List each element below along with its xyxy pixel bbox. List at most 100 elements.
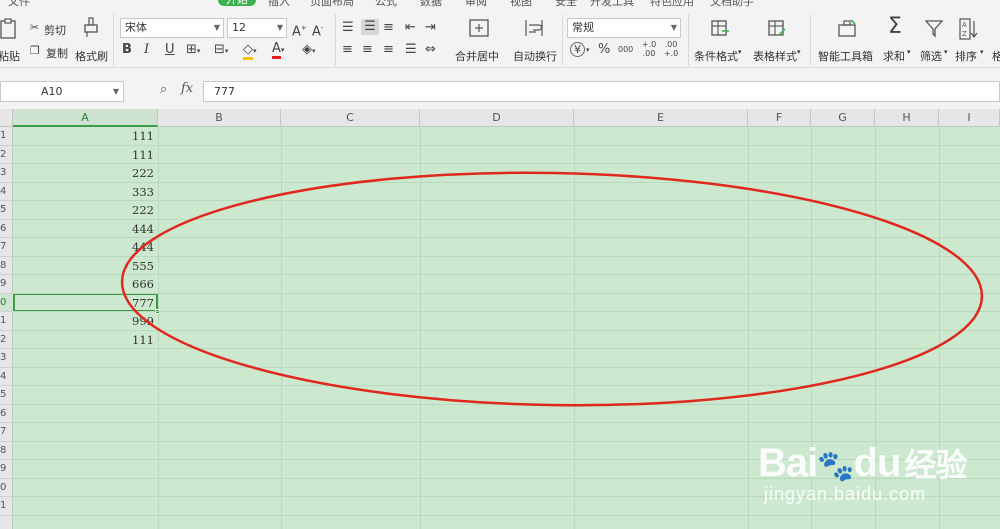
merge-center-button[interactable]: 合并居中 (452, 12, 506, 63)
fx-icon[interactable]: fx (181, 81, 193, 96)
column-header-i[interactable]: I (939, 109, 1000, 127)
align-right-icon[interactable]: ≡ (383, 42, 394, 58)
justify-icon[interactable]: ☰ (405, 42, 417, 58)
sum-button[interactable]: Σ 求和 ▾ (880, 12, 916, 64)
filter-button[interactable]: 筛选 ▾ (918, 12, 954, 63)
font-grow-icon[interactable]: A+ (292, 20, 307, 40)
cut-button[interactable]: 剪切 (44, 22, 66, 38)
tab-data[interactable]: 数据 (420, 0, 442, 8)
row-header-15[interactable]: 5 (0, 386, 13, 405)
format-painter-button[interactable]: 格式刷 (72, 12, 112, 63)
cell-a1[interactable]: 111 (13, 127, 157, 146)
row-header-5[interactable]: 5 (0, 201, 13, 220)
copy-button[interactable]: 复制 (46, 45, 68, 61)
fill-color-icon[interactable]: ◇▾ (243, 42, 257, 60)
row-header-12[interactable]: 2 (0, 331, 13, 349)
align-bottom-icon[interactable]: ≡ (383, 20, 394, 36)
tab-home[interactable]: 开始 (218, 0, 256, 6)
column-header-b[interactable]: B (158, 109, 281, 127)
format-button[interactable]: 格 (990, 12, 1000, 62)
row-header-21[interactable]: 1 (0, 497, 13, 516)
row-header-14[interactable]: 4 (0, 368, 13, 386)
row-header-7[interactable]: 7 (0, 238, 13, 257)
tab-file[interactable]: 文件 (8, 0, 30, 8)
wrap-text-button[interactable]: 自动换行 (510, 12, 560, 63)
select-all-corner[interactable] (0, 109, 13, 127)
align-top-icon[interactable]: ☰ (342, 20, 354, 36)
cell-a8[interactable]: 555 (13, 257, 157, 276)
border-icon[interactable]: ⊞▾ (186, 42, 200, 59)
conditional-format-button[interactable]: 条件格式 ▾ (692, 12, 748, 63)
name-box[interactable]: A10 ▼ (0, 81, 124, 102)
row-header-10[interactable]: 0 (0, 293, 13, 312)
paste-button[interactable]: 粘贴 (0, 12, 22, 63)
currency-button[interactable]: ¥ (570, 42, 585, 57)
tab-review[interactable]: 审阅 (465, 0, 487, 8)
formula-input[interactable]: 777 (203, 81, 1000, 102)
tab-insert[interactable]: 插入 (268, 0, 290, 8)
cell-a2[interactable]: 111 (13, 146, 157, 165)
decrease-decimal-button[interactable]: .00 +.0 (662, 40, 680, 58)
row-header-13[interactable]: 3 (0, 349, 13, 368)
font-name-select[interactable]: 宋体 ▼ (120, 18, 224, 38)
cell-a3[interactable]: 222 (13, 164, 157, 183)
tab-special-apps[interactable]: 特色应用 (650, 0, 694, 8)
number-format-select[interactable]: 常规 ▼ (567, 18, 681, 38)
cell-area[interactable]: 111 111 222 333 222 444 444 555 666 777 999 111 (13, 127, 1000, 529)
clear-format-icon[interactable]: ◈▾ (302, 42, 316, 59)
row-header-6[interactable]: 6 (0, 220, 13, 238)
row-header-3[interactable]: 3 (0, 164, 13, 183)
cell-a10[interactable]: 777 (13, 294, 157, 313)
bold-button[interactable]: B (122, 42, 132, 58)
indent-increase-icon[interactable]: ⇥ (425, 20, 436, 36)
row-header-19[interactable]: 9 (0, 460, 13, 479)
align-center-icon[interactable]: ≡ (362, 42, 373, 58)
row-header-1[interactable]: 1 (0, 127, 13, 146)
font-shrink-icon[interactable]: A- (312, 20, 323, 40)
tab-security[interactable]: 安全 (555, 0, 577, 8)
increase-decimal-button[interactable]: +.0 .00 (640, 40, 658, 58)
zoom-search-icon[interactable]: ⌕ (160, 82, 167, 97)
row-header-20[interactable]: 0 (0, 479, 13, 497)
column-header-g[interactable]: G (811, 109, 875, 127)
font-color-icon[interactable]: A▾ (272, 41, 284, 59)
tab-page-layout[interactable]: 页面布局 (310, 0, 354, 8)
column-header-f[interactable]: F (748, 109, 811, 127)
cell-a9[interactable]: 666 (13, 275, 157, 294)
percent-button[interactable]: % (598, 42, 610, 58)
tab-formula[interactable]: 公式 (375, 0, 397, 8)
row-header-4[interactable]: 4 (0, 183, 13, 201)
cell-a6[interactable]: 444 (13, 220, 157, 239)
row-header-8[interactable]: 8 (0, 257, 13, 275)
cell-a4[interactable]: 333 (13, 183, 157, 202)
column-header-d[interactable]: D (420, 109, 574, 127)
smart-toolbox-button[interactable]: 智能工具箱 (815, 12, 875, 63)
tab-developer[interactable]: 开发工具 (590, 0, 634, 8)
italic-button[interactable]: I (144, 42, 149, 58)
font-size-select[interactable]: 12 ▼ (227, 18, 287, 38)
row-header-9[interactable]: 9 (0, 275, 13, 294)
tab-view[interactable]: 视图 (510, 0, 532, 8)
cell-a11[interactable]: 999 (13, 312, 157, 331)
row-header-2[interactable]: 2 (0, 146, 13, 164)
tab-doc-assistant[interactable]: 文档助手 (710, 0, 754, 8)
cell-a5[interactable]: 222 (13, 201, 157, 220)
cell-a12[interactable]: 111 (13, 331, 157, 350)
table-style-button[interactable]: 表格样式 ▾ (751, 12, 807, 63)
cell-style-icon[interactable]: ⊟▾ (214, 42, 228, 59)
row-header-11[interactable]: 1 (0, 312, 13, 331)
thousands-button[interactable]: 000 (618, 42, 633, 58)
column-header-h[interactable]: H (875, 109, 939, 127)
align-middle-icon[interactable]: ☰ (361, 19, 379, 35)
row-header-16[interactable]: 6 (0, 405, 13, 423)
distribute-icon[interactable]: ⇔ (425, 42, 436, 58)
row-header-18[interactable]: 8 (0, 442, 13, 460)
cell-a7[interactable]: 444 (13, 238, 157, 257)
column-header-a[interactable]: A (13, 109, 158, 127)
sort-button[interactable]: A Z 排序 ▾ (955, 12, 989, 63)
align-left-icon[interactable]: ≡ (342, 42, 353, 58)
column-header-c[interactable]: C (281, 109, 420, 127)
row-header-17[interactable]: 7 (0, 423, 13, 442)
indent-decrease-icon[interactable]: ⇤ (405, 20, 416, 36)
underline-button[interactable]: U (165, 42, 175, 58)
